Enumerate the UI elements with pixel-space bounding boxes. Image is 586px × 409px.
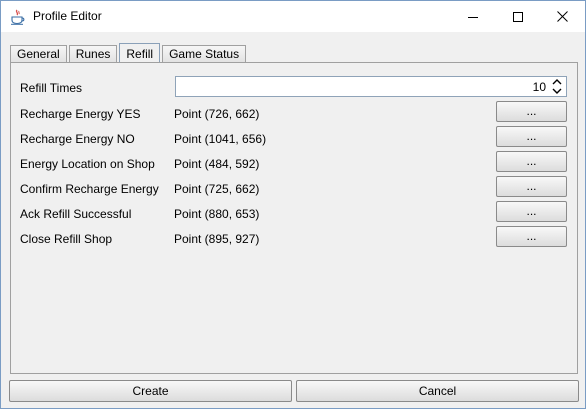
confirm-recharge-pick-button[interactable]: ... <box>496 176 567 197</box>
title-bar[interactable]: Profile Editor <box>1 1 585 32</box>
refill-times-label: Refill Times <box>20 81 83 95</box>
recharge-energy-yes-value: Point (726, 662) <box>174 107 260 121</box>
java-cup-icon <box>10 9 25 25</box>
spinner-arrows-icon[interactable] <box>550 78 564 95</box>
tab-general[interactable]: General <box>10 45 67 63</box>
recharge-energy-no-value: Point (1041, 656) <box>174 132 267 146</box>
refill-panel: Refill Times 10 Recharge Energy YES Poin… <box>10 62 578 374</box>
tab-refill[interactable]: Refill <box>119 43 161 64</box>
cancel-button[interactable]: Cancel <box>296 380 579 402</box>
maximize-icon <box>512 11 523 22</box>
recharge-energy-yes-pick-button[interactable]: ... <box>496 101 567 122</box>
window-title: Profile Editor <box>33 9 102 23</box>
minimize-icon <box>467 12 478 22</box>
ack-refill-label: Ack Refill Successful <box>20 207 132 221</box>
tab-game-status[interactable]: Game Status <box>162 45 247 63</box>
energy-location-pick-button[interactable]: ... <box>496 151 567 172</box>
close-refill-shop-value: Point (895, 927) <box>174 232 260 246</box>
refill-times-spinner[interactable]: 10 <box>175 76 567 97</box>
confirm-recharge-label: Confirm Recharge Energy <box>20 182 159 196</box>
create-button[interactable]: Create <box>9 380 292 402</box>
close-refill-shop-pick-button[interactable]: ... <box>496 226 567 247</box>
confirm-recharge-value: Point (725, 662) <box>174 182 260 196</box>
ack-refill-pick-button[interactable]: ... <box>496 201 567 222</box>
ack-refill-value: Point (880, 653) <box>174 207 260 221</box>
recharge-energy-no-pick-button[interactable]: ... <box>496 126 567 147</box>
refill-times-value: 10 <box>532 80 546 94</box>
close-refill-shop-label: Close Refill Shop <box>20 232 113 246</box>
recharge-energy-no-label: Recharge Energy NO <box>20 132 135 146</box>
client-area: General Runes Refill Game Status Refill … <box>1 32 585 408</box>
tab-runes[interactable]: Runes <box>68 45 118 63</box>
recharge-energy-yes-label: Recharge Energy YES <box>20 107 141 121</box>
profile-editor-window: Profile Editor General Runes Refill Game… <box>0 0 586 409</box>
minimize-button[interactable] <box>450 1 495 32</box>
close-icon <box>557 11 568 22</box>
energy-location-value: Point (484, 592) <box>174 157 260 171</box>
energy-location-label: Energy Location on Shop <box>20 157 155 171</box>
maximize-button[interactable] <box>495 1 540 32</box>
close-button[interactable] <box>540 1 585 32</box>
tab-strip: General Runes Refill Game Status <box>10 42 248 64</box>
